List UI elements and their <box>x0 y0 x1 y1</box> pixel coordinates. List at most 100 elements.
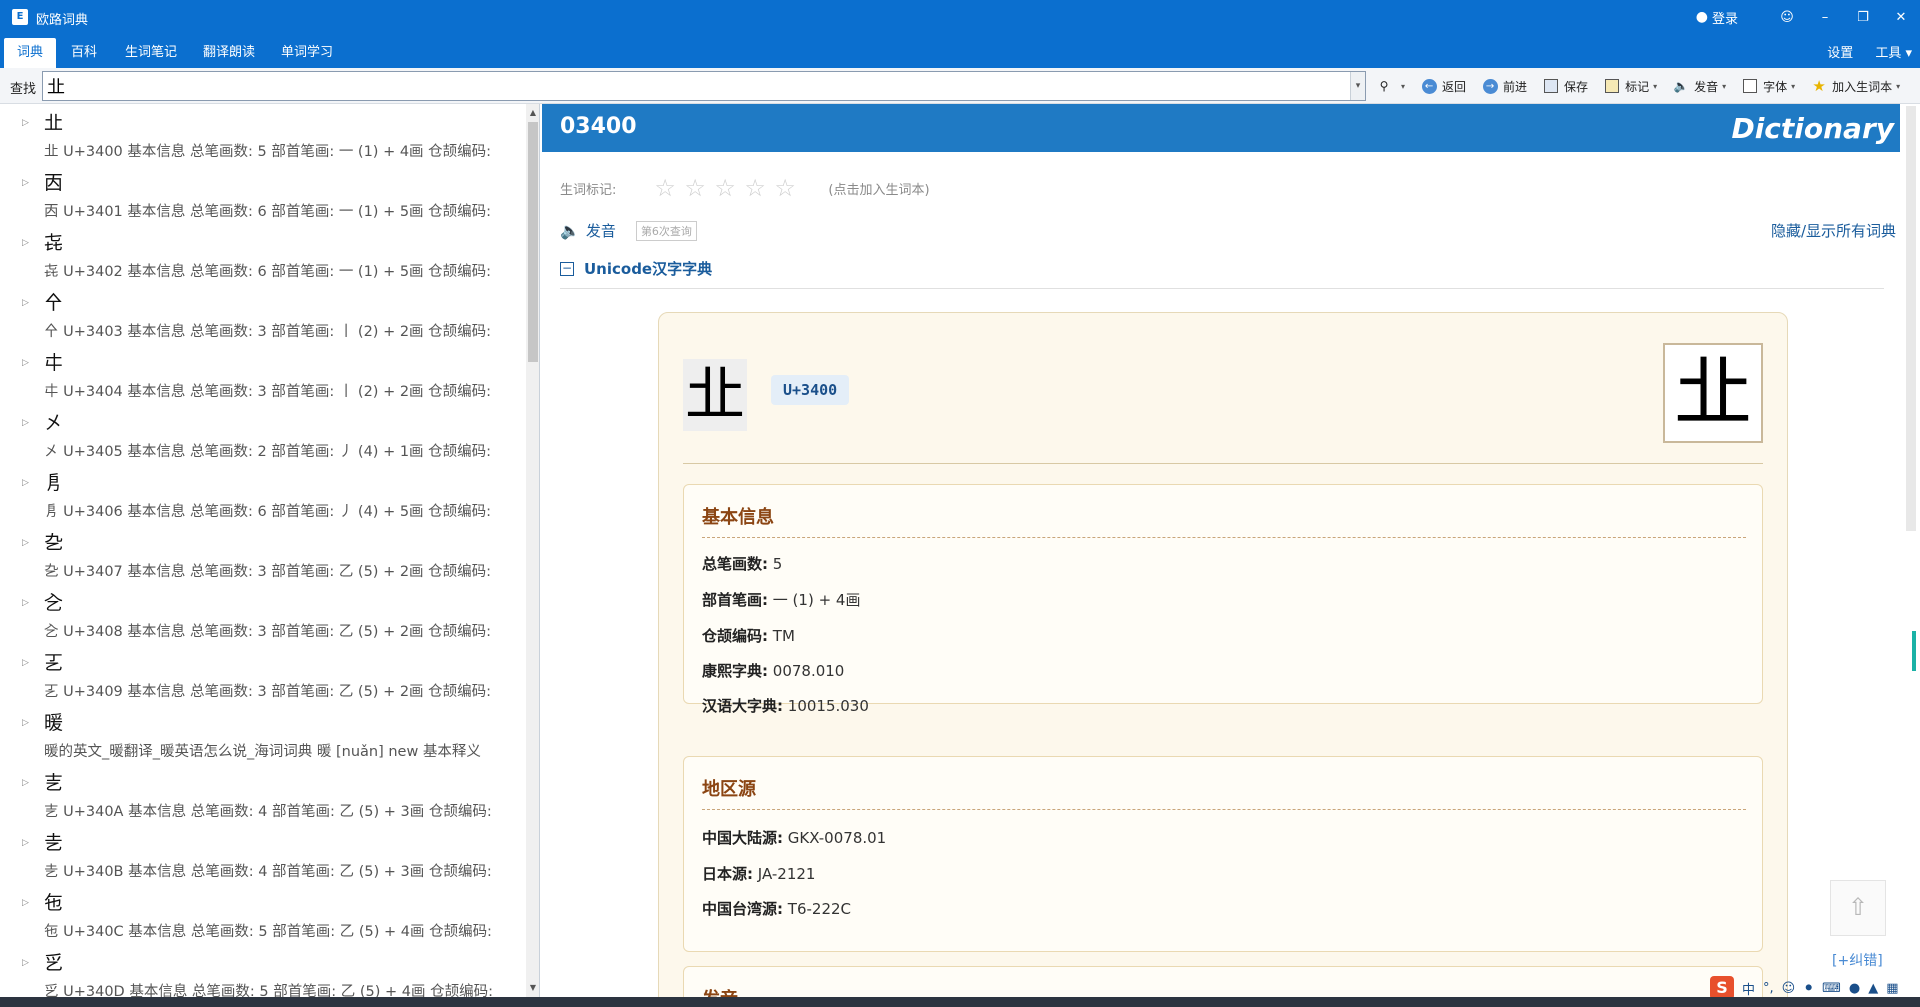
back-button[interactable]: ← 返回 <box>1421 78 1466 95</box>
settings-menu[interactable]: 设置 <box>1827 42 1853 61</box>
tabs-right-menu: 设置 工具 ▾ <box>1805 34 1912 68</box>
list-item[interactable]: ▷ 㐃㐃 U+3403 基本信息 总笔画数: 3 部首笔画: 丨 (2) + 2画… <box>0 284 526 344</box>
list-item[interactable]: ▷ 暖暖的英文_暖翻译_暖英语怎么说_海词词典 暖 [nuǎn] new 基本释义 <box>0 704 526 764</box>
expand-arrow-icon[interactable]: ▷ <box>22 418 29 428</box>
expand-arrow-icon[interactable]: ▷ <box>22 478 29 488</box>
info-value: TM <box>772 627 795 645</box>
section-title: 基本信息 <box>702 507 774 528</box>
pronounce-row: 🔈 发音 第6次查询 <box>560 220 697 241</box>
expand-arrow-icon[interactable]: ▷ <box>22 658 29 668</box>
list-item-desc: 暖的英文_暖翻译_暖英语怎么说_海词词典 暖 [nuǎn] new 基本释义 <box>44 744 481 760</box>
info-label: 部首笔画: <box>702 591 768 609</box>
star-icon[interactable]: ☆ <box>744 176 774 200</box>
dictionary-section-header[interactable]: − Unicode汉字字典 <box>560 258 712 279</box>
section-title: 地区源 <box>702 779 756 800</box>
list-item[interactable]: ▷ 㐀㐀 U+3400 基本信息 总笔画数: 5 部首笔画: 一 (1) + 4画… <box>0 104 526 164</box>
star-icon[interactable]: ☆ <box>684 176 714 200</box>
login-label: 登录 <box>1711 11 1738 27</box>
divider <box>702 537 1746 538</box>
star-icon[interactable]: ☆ <box>774 176 804 200</box>
font-button[interactable]: 字体 ▾ <box>1742 78 1795 95</box>
login-button[interactable]: ● 登录 <box>1696 8 1738 27</box>
collapse-icon[interactable]: − <box>560 261 574 276</box>
expand-arrow-icon[interactable]: ▷ <box>22 838 29 848</box>
toggle-all-dictionaries-link[interactable]: 隐藏/显示所有词典 <box>1771 220 1896 241</box>
expand-arrow-icon[interactable]: ▷ <box>22 118 29 128</box>
expand-arrow-icon[interactable]: ▷ <box>22 178 29 188</box>
mark-button[interactable]: 标记 ▾ <box>1604 78 1657 95</box>
expand-arrow-icon[interactable]: ▷ <box>22 538 29 548</box>
add-word-button[interactable]: ★ 加入生词本 ▾ <box>1811 77 1900 95</box>
search-input[interactable] <box>42 71 1366 101</box>
expand-arrow-icon[interactable]: ▷ <box>22 238 29 248</box>
skin-icon[interactable]: ▲ <box>1868 981 1878 996</box>
user-icon: ● <box>1695 9 1708 25</box>
list-item[interactable]: ▷ 㐇㐇 U+3407 基本信息 总笔画数: 3 部首笔画: 乙 (5) + 2画… <box>0 524 526 584</box>
entry-scrollbar[interactable] <box>1904 104 1918 997</box>
scroll-thumb[interactable] <box>1906 106 1916 531</box>
list-item[interactable]: ▷ 㐅㐅 U+3405 基本信息 总笔画数: 2 部首笔画: 丿 (4) + 1画… <box>0 404 526 464</box>
section-title: 发音 <box>702 985 738 997</box>
star-icon[interactable]: ☆ <box>654 176 684 200</box>
list-item-head: 㐈 <box>44 592 64 614</box>
list-item[interactable]: ▷ 㐆㐆 U+3406 基本信息 总笔画数: 6 部首笔画: 丿 (4) + 5画… <box>0 464 526 524</box>
result-list: ▷ 㐀㐀 U+3400 基本信息 总笔画数: 5 部首笔画: 一 (1) + 4画… <box>0 104 540 997</box>
list-item[interactable]: ▷ 㐍㐍 U+340D 基本信息 总笔画数: 5 部首笔画: 乙 (5) + 4画… <box>0 944 526 997</box>
info-label: 康熙字典: <box>702 662 768 680</box>
list-item[interactable]: ▷ 㐉㐉 U+3409 基本信息 总笔画数: 3 部首笔画: 乙 (5) + 2画… <box>0 644 526 704</box>
list-item[interactable]: ▷ 㐈㐈 U+3408 基本信息 总笔画数: 3 部首笔画: 乙 (5) + 2画… <box>0 584 526 644</box>
list-item[interactable]: ▷ 㐊㐊 U+340A 基本信息 总笔画数: 4 部首笔画: 乙 (5) + 3画… <box>0 764 526 824</box>
scroll-thumb[interactable] <box>528 122 538 362</box>
region-source-section: 地区源 中国大陆源: GKX-0078.01 日本源: JA-2121 中国台湾… <box>683 756 1763 952</box>
list-scrollbar[interactable]: ▲ ▼ <box>526 104 539 997</box>
speaker-icon[interactable]: 🔈 <box>560 221 580 240</box>
rating-stars[interactable]: ☆ ☆ ☆ ☆ ☆ <box>654 176 804 200</box>
forward-button[interactable]: → 前进 <box>1482 78 1527 95</box>
tools-menu[interactable]: 工具 ▾ <box>1875 42 1912 61</box>
info-row: 部首笔画: 一 (1) + 4画 <box>702 589 860 610</box>
tab-vocab-notes[interactable]: 生词笔记 <box>116 38 186 68</box>
list-item[interactable]: ▷ 㐋㐋 U+340B 基本信息 总笔画数: 4 部首笔画: 乙 (5) + 3画… <box>0 824 526 884</box>
ime-language[interactable]: 中 <box>1742 979 1755 998</box>
scroll-down-icon[interactable]: ▼ <box>526 981 539 995</box>
list-item-desc: 㐊 U+340A 基本信息 总笔画数: 4 部首笔画: 乙 (5) + 3画 仓… <box>44 804 492 820</box>
punctuation-icon[interactable]: °, <box>1763 981 1774 996</box>
list-item[interactable]: ▷ 㐂㐂 U+3402 基本信息 总笔画数: 6 部首笔画: 一 (1) + 5画… <box>0 224 526 284</box>
tab-dictionary[interactable]: 词典 <box>4 38 56 68</box>
tab-encyclopedia[interactable]: 百科 <box>60 38 108 68</box>
report-error-link[interactable]: [+纠错] <box>1832 950 1883 970</box>
search-history-dropdown[interactable]: ▾ <box>1350 72 1365 100</box>
expand-arrow-icon[interactable]: ▷ <box>22 358 29 368</box>
list-item-head: 㐅 <box>44 412 64 434</box>
skin-icon[interactable]: ☺ <box>1768 0 1806 34</box>
tab-word-study[interactable]: 单词学习 <box>272 38 342 68</box>
star-icon[interactable]: ☆ <box>714 176 744 200</box>
expand-arrow-icon[interactable]: ▷ <box>22 958 29 968</box>
expand-arrow-icon[interactable]: ▷ <box>22 718 29 728</box>
list-item[interactable]: ▷ 㐄㐄 U+3404 基本信息 总笔画数: 3 部首笔画: 丨 (2) + 2画… <box>0 344 526 404</box>
mark-icon <box>1604 78 1620 94</box>
expand-arrow-icon[interactable]: ▷ <box>22 898 29 908</box>
scroll-up-icon[interactable]: ▲ <box>526 106 539 120</box>
keyboard-icon[interactable]: ⌨ <box>1822 981 1841 996</box>
grid-icon[interactable]: ▦ <box>1886 981 1898 996</box>
expand-arrow-icon[interactable]: ▷ <box>22 298 29 308</box>
emoji-icon[interactable]: ☺ <box>1782 981 1796 996</box>
divider <box>560 288 1884 289</box>
save-button[interactable]: 保存 <box>1543 78 1588 95</box>
microphone-icon[interactable]: ⚫ <box>1803 981 1814 996</box>
minimize-button[interactable]: – <box>1806 0 1844 34</box>
pronounce-button[interactable]: 🔈 发音 ▾ <box>1673 78 1727 95</box>
list-item[interactable]: ▷ 㐁㐁 U+3401 基本信息 总笔画数: 6 部首笔画: 一 (1) + 5画… <box>0 164 526 224</box>
search-button[interactable]: ⚲ ▾ <box>1376 78 1405 94</box>
expand-arrow-icon[interactable]: ▷ <box>22 778 29 788</box>
main-tabs: 词典 百科 生词笔记 翻译朗读 单词学习 设置 工具 ▾ <box>0 34 1920 68</box>
back-to-top-button[interactable]: ⇧ <box>1830 880 1886 936</box>
pronounce-link[interactable]: 发音 <box>586 220 616 241</box>
close-button[interactable]: ✕ <box>1882 0 1920 34</box>
expand-arrow-icon[interactable]: ▷ <box>22 598 29 608</box>
restore-button[interactable]: ❐ <box>1844 0 1882 34</box>
tab-translate[interactable]: 翻译朗读 <box>194 38 264 68</box>
list-item[interactable]: ▷ 㐌㐌 U+340C 基本信息 总笔画数: 5 部首笔画: 乙 (5) + 4画… <box>0 884 526 944</box>
user-icon[interactable]: ● <box>1849 981 1860 996</box>
